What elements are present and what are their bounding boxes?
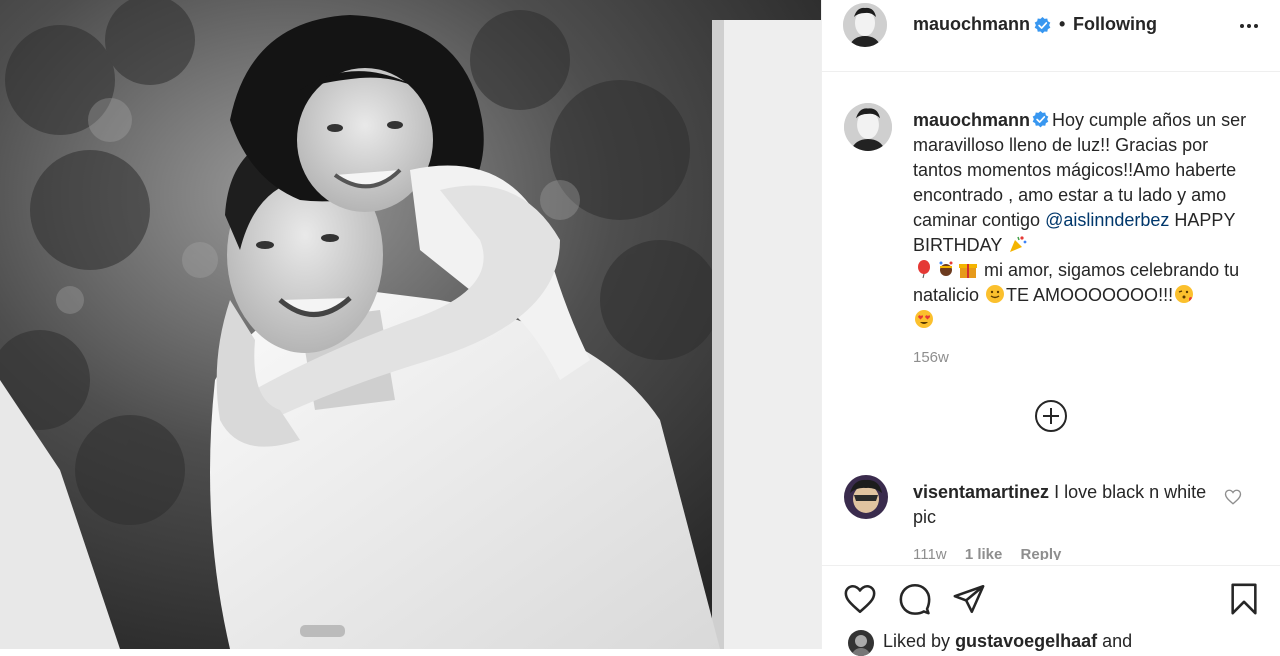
following-button[interactable]: Following [1073,14,1157,35]
liked-by-user[interactable]: gustavoegelhaaf [955,631,1097,651]
comment-likes-count[interactable]: 1 like [965,546,1003,560]
gift-icon [959,264,977,278]
commenter-username[interactable]: visentamartinez [913,482,1049,502]
author-avatar[interactable] [843,3,887,47]
caption-author-avatar[interactable] [844,103,892,151]
author-username[interactable]: mauochmann [913,14,1030,35]
comment-bubble-icon[interactable] [898,582,932,616]
comment-body: visentamartinez I love black n white pic [913,480,1213,530]
smiling-face-icon [986,285,1005,303]
post-caption: mauochmann Hoy cumple años un ser maravil… [913,108,1258,333]
caption-username[interactable]: mauochmann [913,110,1030,130]
caption-timestamp[interactable]: 156w [913,349,949,366]
liked-by-prefix: Liked by [883,631,951,651]
heart-eyes-icon [915,310,933,328]
comment-like-heart-icon[interactable] [1224,488,1242,506]
comment-meta: 111w 1 like Reply [913,546,1075,560]
confetti-ball-icon [939,261,953,276]
post-header: mauochmann • Following [822,0,1280,72]
post-photo[interactable] [0,0,821,649]
balloon-icon [918,260,930,279]
share-plane-icon[interactable] [952,582,986,616]
kissing-face-icon [1175,285,1194,303]
separator-dot: • [1059,14,1066,34]
post-side-panel: mauochmann • Following mauochmann Hoy cum… [821,0,1280,656]
post-actions-bar: Liked by gustavoegelhaaf and [822,565,1280,656]
liked-by-suffix: and [1102,631,1133,651]
verified-badge-icon [1034,17,1051,34]
photo-illustration [0,0,821,649]
reply-button[interactable]: Reply [1021,546,1062,560]
commenter-avatar[interactable] [844,475,888,519]
liked-by-avatar[interactable] [848,630,874,656]
bookmark-icon[interactable] [1227,582,1261,616]
more-options-icon[interactable] [1237,14,1261,38]
party-popper-icon [1010,236,1027,252]
heart-icon[interactable] [843,582,877,616]
caption-text-4: TE AMOOOOOOO!!! [1006,285,1174,305]
mention-link[interactable]: @aislinnderbez [1045,210,1169,230]
verified-badge-icon [1032,111,1049,128]
comment-timestamp[interactable]: 111w [913,546,947,560]
load-more-comments-icon[interactable] [1034,399,1068,433]
